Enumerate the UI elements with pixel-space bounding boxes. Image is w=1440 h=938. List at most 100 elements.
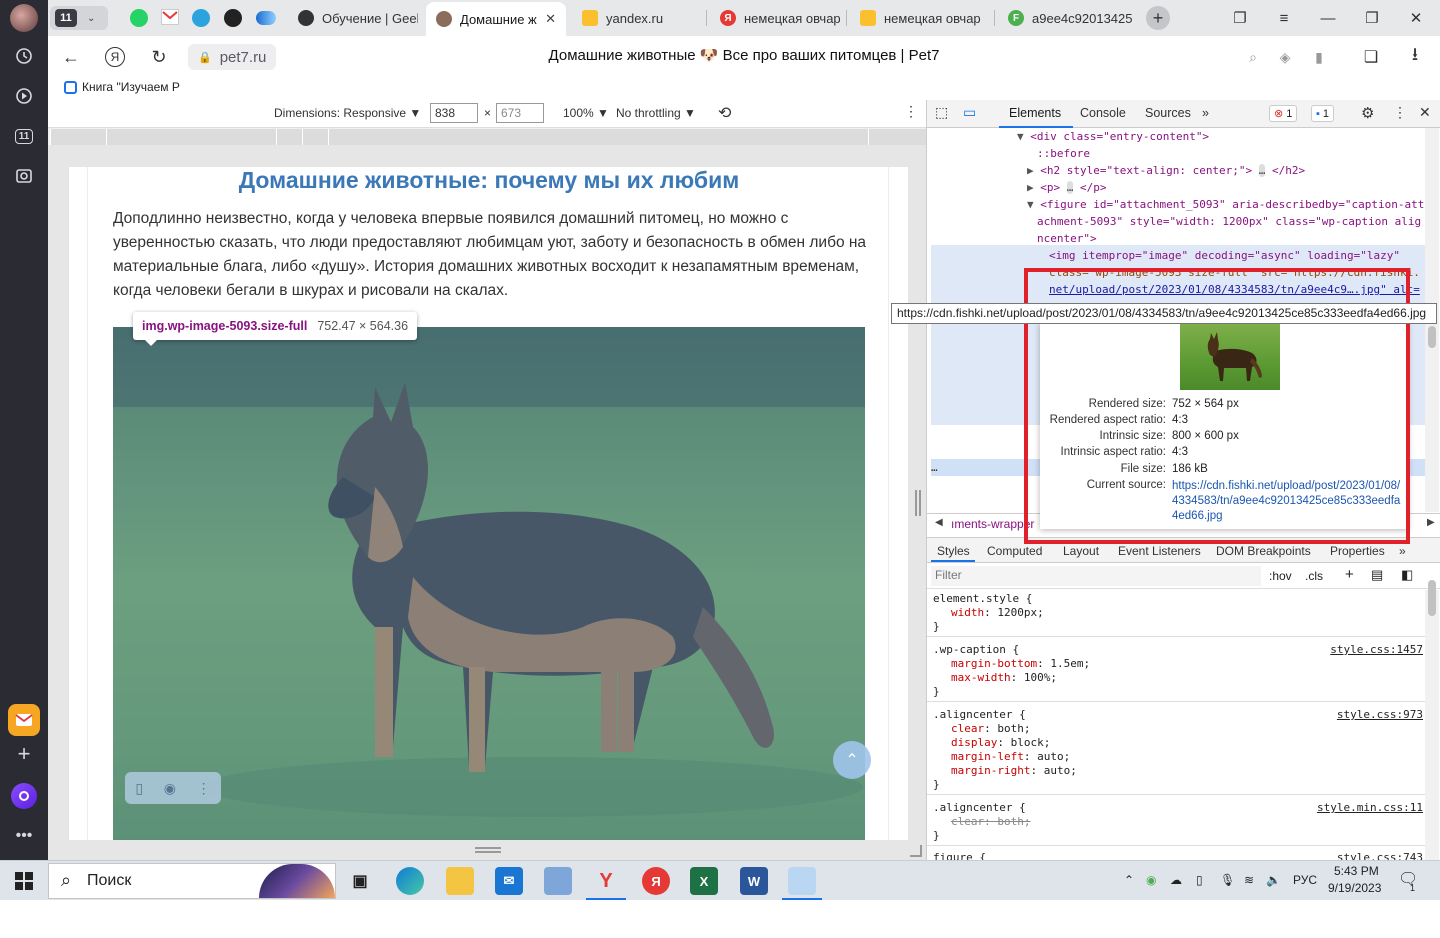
overridden-declaration[interactable]: clear: both;	[951, 815, 1030, 829]
close-devtools-icon[interactable]: ✕	[1419, 104, 1431, 121]
tab-console[interactable]: Console	[1080, 106, 1126, 120]
image-more-icon[interactable]: ⋮	[197, 780, 211, 797]
dimensions-dropdown[interactable]: Dimensions: Responsive ▼	[274, 106, 421, 120]
camera-search-icon[interactable]: ◉	[164, 780, 176, 797]
rule-declaration[interactable]: clear: both;	[951, 722, 1031, 736]
tab-computed[interactable]: Computed	[987, 544, 1042, 558]
tab-elements[interactable]: Elements	[1009, 106, 1061, 120]
devtools-menu-icon[interactable]: ⋮	[1393, 104, 1407, 121]
sidebar-toggle-icon[interactable]: ◧	[1401, 567, 1413, 583]
collections-icon[interactable]: ❐	[1226, 6, 1254, 30]
tab-sources[interactable]: Sources	[1145, 106, 1191, 120]
close-window-icon[interactable]: ✕	[1402, 6, 1430, 30]
collapsed-ellipsis[interactable]: …	[1066, 181, 1074, 194]
language-indicator[interactable]: РУС	[1293, 873, 1317, 887]
throttling-dropdown[interactable]: No throttling ▼	[616, 106, 696, 120]
yandex-icon[interactable]: Я	[642, 867, 670, 895]
tabs-counter-icon[interactable]: 11	[8, 120, 40, 152]
whatsapp-icon[interactable]	[130, 9, 148, 27]
word-icon[interactable]: W	[740, 867, 768, 895]
yandex-browser-icon[interactable]: Y	[592, 867, 620, 895]
github-icon[interactable]	[224, 9, 242, 27]
rule-source-link[interactable]: style.css:743	[1337, 851, 1423, 860]
edge-icon[interactable]	[396, 867, 424, 895]
taskbar-search[interactable]: ⌕ Поиск	[48, 863, 336, 899]
height-input[interactable]: 673	[496, 103, 544, 123]
app-icon[interactable]	[544, 867, 572, 895]
windows-start-icon[interactable]	[10, 867, 38, 895]
tab-styles[interactable]: Styles	[937, 544, 970, 558]
notifications-icon[interactable]: 🗨	[1398, 869, 1418, 889]
play-icon[interactable]	[8, 80, 40, 112]
dom-node-before[interactable]: ::before	[1037, 145, 1090, 162]
filter-input[interactable]: Filter	[931, 566, 1261, 586]
dom-node-figure[interactable]: ▼ <figure id="attachment_5093" aria-desc…	[1027, 196, 1424, 213]
tab-event-listeners[interactable]: Event Listeners	[1118, 544, 1201, 558]
tab-pet7[interactable]: Домашние ж ✕	[426, 2, 566, 36]
mail-app-icon[interactable]: ✉	[495, 867, 523, 895]
dom-node-p[interactable]: ▶ <p> … </p>	[1027, 179, 1107, 196]
new-tab-button[interactable]: +	[1146, 6, 1170, 30]
tab-geekbrains[interactable]: Обучение | Geek	[288, 4, 418, 32]
elements-scrollbar-thumb[interactable]	[1428, 326, 1436, 348]
add-icon[interactable]: +	[8, 738, 40, 770]
rule-declaration[interactable]: margin-bottom: 1.5em;	[951, 657, 1090, 671]
styles-scrollbar-thumb[interactable]	[1428, 580, 1436, 616]
tab-image[interactable]: F a9ee4c92013425	[998, 4, 1138, 32]
rule-selector[interactable]: element.style {	[933, 592, 1032, 606]
rule-declaration[interactable]: margin-right: auto;	[951, 764, 1077, 778]
clock-time[interactable]: 5:43 PM	[1334, 864, 1379, 878]
breadcrumb-right-icon[interactable]: ▶	[1427, 517, 1435, 528]
rule-source-link[interactable]: style.min.css:11	[1317, 801, 1423, 815]
rule-selector[interactable]: .aligncenter {	[933, 708, 1026, 722]
resize-handle-right[interactable]	[915, 490, 921, 516]
restore-icon[interactable]: ❐	[1358, 6, 1386, 30]
rule-selector[interactable]: figure {	[933, 851, 986, 860]
volume-icon[interactable]: 🔈	[1266, 873, 1281, 887]
profile-avatar[interactable]	[10, 4, 38, 32]
device-toggle-icon[interactable]: ▭	[963, 104, 976, 121]
breadcrumb-left-icon[interactable]: ◀	[935, 517, 943, 528]
download-icon[interactable]: ⭳	[1402, 44, 1428, 70]
resize-handle-bottom[interactable]	[475, 847, 501, 853]
extension-icon[interactable]: ◈	[1272, 44, 1298, 70]
rule-selector[interactable]: .wp-caption {	[933, 643, 1019, 657]
img-tag-line1[interactable]: <img itemprop="image" decoding="async" l…	[1049, 247, 1400, 264]
more-style-tabs-icon[interactable]: »	[1399, 544, 1406, 558]
messages-badge[interactable]: ▪ 1	[1311, 105, 1335, 122]
tab-yandex[interactable]: yandex.ru	[572, 4, 702, 32]
inspect-element-icon[interactable]: ⬚	[935, 104, 948, 121]
excel-icon[interactable]: X	[690, 867, 718, 895]
cloud-icon[interactable]: ☁	[1170, 873, 1182, 887]
history-icon[interactable]	[8, 40, 40, 72]
clock-date[interactable]: 9/19/2023	[1328, 881, 1381, 895]
more-tabs-icon[interactable]: »	[1202, 106, 1209, 120]
tab-layout[interactable]: Layout	[1063, 544, 1099, 558]
tab-dom-breakpoints[interactable]: DOM Breakpoints	[1216, 544, 1311, 558]
menu-icon[interactable]: ≡	[1270, 6, 1298, 30]
collections-panel-icon[interactable]: ❏	[1358, 44, 1384, 70]
bookmark-icon[interactable]: ▮	[1306, 44, 1332, 70]
bookmark-image-icon[interactable]: ▯	[135, 780, 143, 797]
minimize-icon[interactable]: —	[1314, 6, 1342, 30]
width-input[interactable]: 838	[430, 103, 478, 123]
collapsed-ellipsis[interactable]: …	[1258, 164, 1266, 177]
paint-app-icon[interactable]	[788, 867, 816, 895]
more-options-icon[interactable]: ⋮	[904, 103, 918, 120]
bookmark-item[interactable]: Книга "Изучаем Р	[64, 80, 180, 94]
close-tab-icon[interactable]: ✕	[545, 11, 556, 27]
gmail-icon[interactable]	[161, 9, 179, 25]
microphone-icon[interactable]: 🎙	[1220, 873, 1235, 887]
rule-declaration[interactable]: margin-left: auto;	[951, 750, 1070, 764]
alice-icon[interactable]	[8, 780, 40, 812]
tab-search-2[interactable]: немецкая овчар	[850, 4, 990, 32]
wifi-icon[interactable]: ≋	[1244, 873, 1254, 887]
telegram-icon[interactable]	[192, 9, 210, 27]
rule-declaration[interactable]: display: block;	[951, 736, 1050, 750]
tray-chevron-icon[interactable]: ⌃	[1124, 873, 1134, 887]
task-view-icon[interactable]: ▣	[346, 867, 374, 895]
mail-icon[interactable]	[8, 704, 40, 736]
new-rule-icon[interactable]: +	[1345, 566, 1354, 583]
rule-source-link[interactable]: style.css:973	[1337, 708, 1423, 722]
styles-scrollbar[interactable]	[1425, 590, 1439, 860]
